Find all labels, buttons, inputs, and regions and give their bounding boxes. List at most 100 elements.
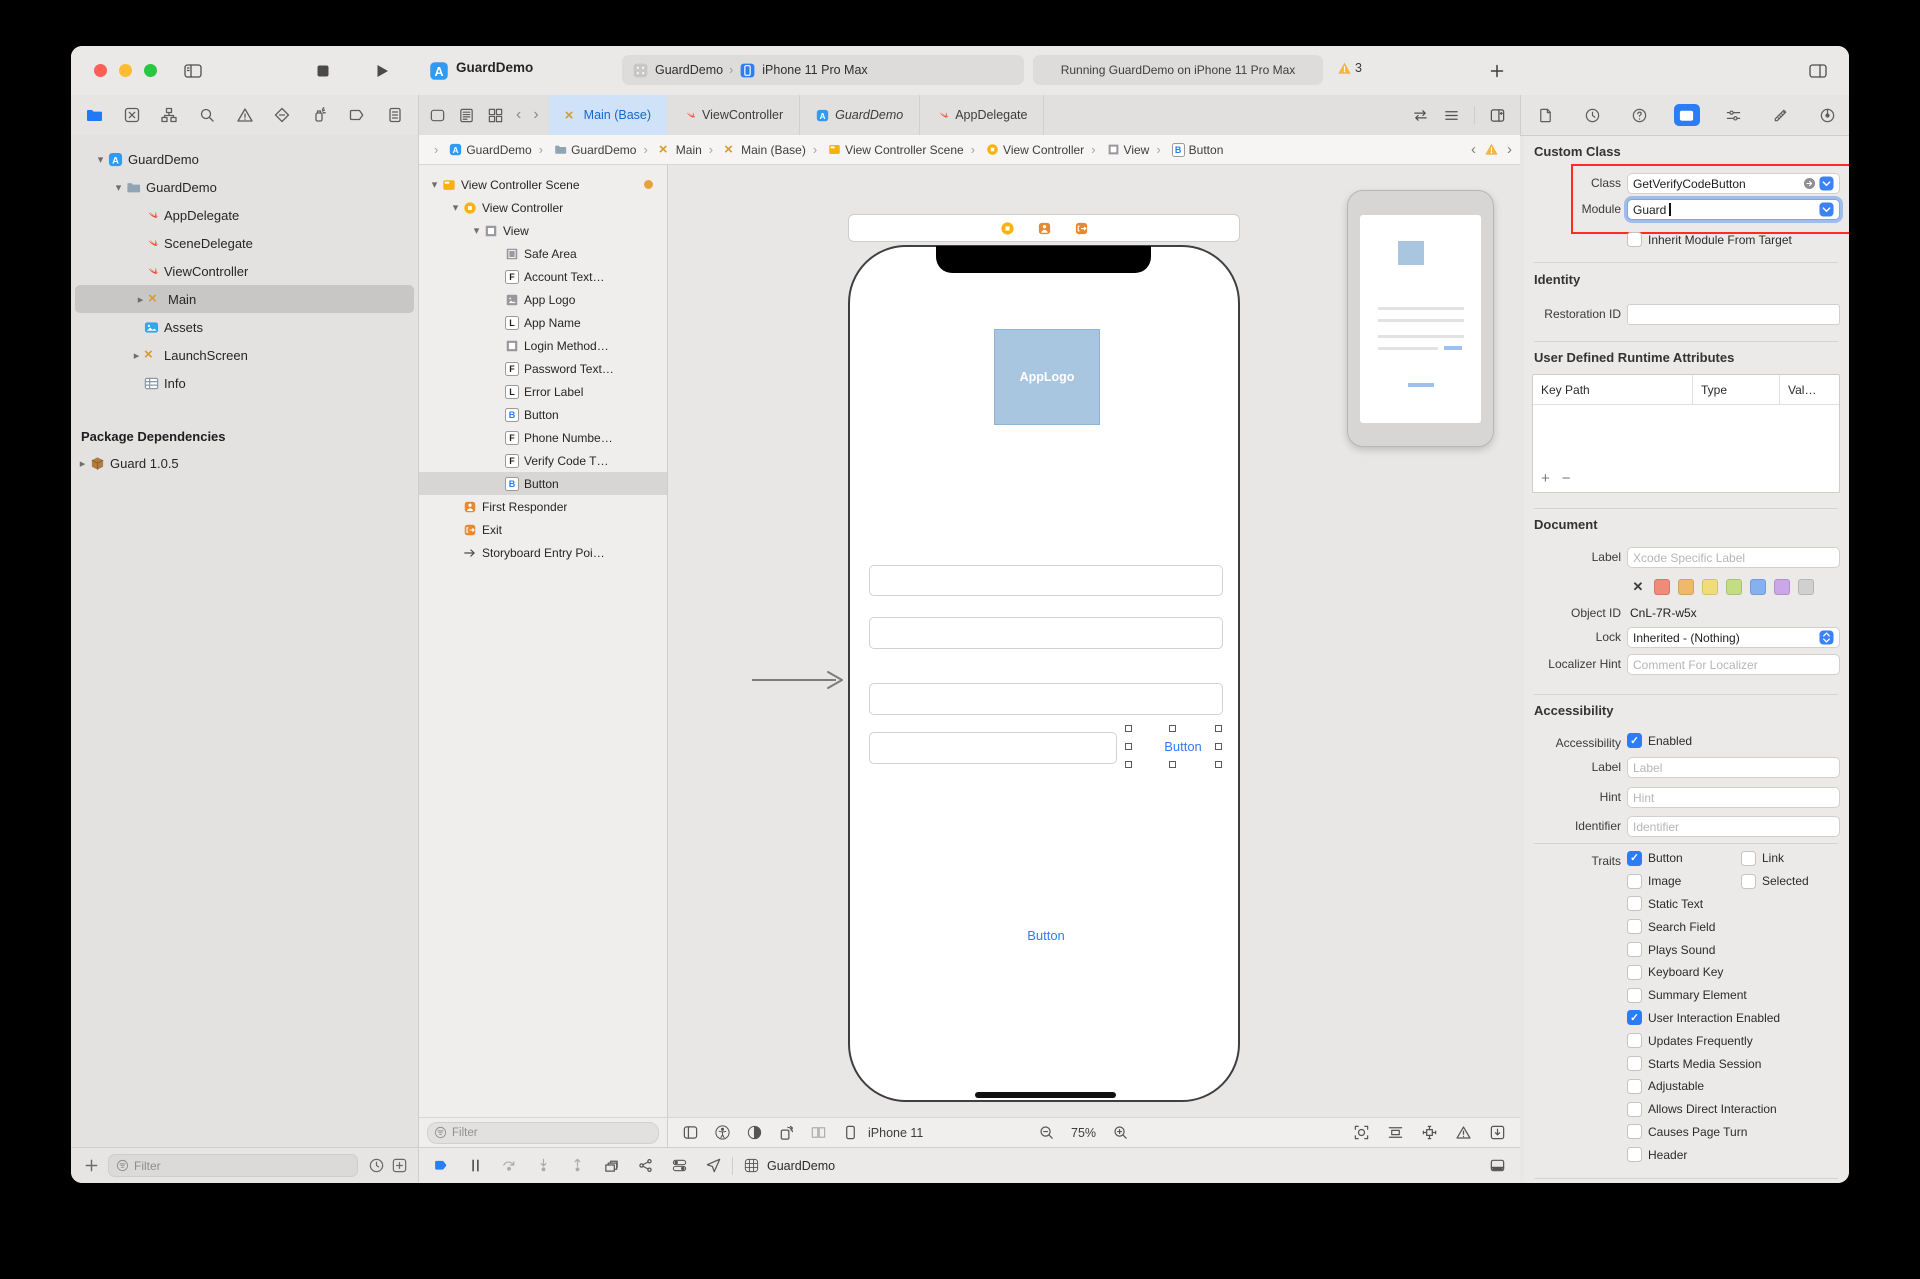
trait-checkbox[interactable] — [1627, 988, 1642, 1003]
toggle-navigator-icon[interactable] — [183, 61, 203, 81]
navigator-tab-icon[interactable] — [348, 106, 366, 124]
scene-dock-icon[interactable] — [1037, 221, 1052, 236]
class-field[interactable]: GetVerifyCodeButton — [1627, 173, 1840, 194]
toggle-inspector-icon[interactable] — [1808, 61, 1828, 81]
zoom-level[interactable]: 75% — [1071, 1126, 1096, 1140]
outline-row[interactable]: Storyboard Entry Poi… — [419, 541, 667, 564]
column-header[interactable]: Key Path — [1533, 375, 1693, 404]
color-swatch[interactable] — [1798, 579, 1814, 595]
outline-row[interactable]: F Password Text… — [419, 357, 667, 380]
column-header[interactable]: Type — [1693, 375, 1780, 404]
navigator-tab-icon[interactable] — [85, 106, 103, 124]
recent-files-icon[interactable] — [368, 1157, 385, 1174]
breadcrumb-item[interactable]: × Main (Base) — [702, 142, 806, 157]
color-swatch[interactable] — [1678, 579, 1694, 595]
resize-handle[interactable] — [1215, 761, 1222, 768]
add-attribute-button[interactable]: + — [1541, 470, 1550, 487]
disclosure-chevron[interactable] — [93, 153, 108, 166]
outline-row[interactable]: B Button — [419, 472, 667, 495]
add-tab-icon[interactable] — [1488, 62, 1506, 80]
outline-row[interactable]: B Button — [419, 403, 667, 426]
editor-tab[interactable]: ViewController — [667, 95, 800, 135]
navigator-tab-icon[interactable] — [123, 106, 141, 124]
editor-tab[interactable]: AppDelegate — [920, 95, 1044, 135]
trait-checkbox[interactable] — [1627, 1010, 1642, 1025]
phone-number-textfield[interactable] — [869, 683, 1223, 715]
file-row[interactable]: A GuardDemo — [71, 145, 418, 173]
add-file-icon[interactable] — [83, 1157, 100, 1174]
outline-row[interactable]: View Controller Scene — [419, 173, 667, 196]
minimap-icon[interactable] — [458, 107, 475, 124]
trait-checkbox[interactable] — [1627, 919, 1642, 934]
editor-tab[interactable]: A GuardDemo — [800, 95, 920, 135]
minimap-preview[interactable] — [1347, 190, 1494, 447]
trait-checkbox[interactable] — [1627, 965, 1642, 980]
column-header[interactable]: Val… — [1780, 375, 1839, 404]
minimize-window-button[interactable] — [119, 64, 132, 77]
outline-row[interactable]: First Responder — [419, 495, 667, 518]
trait-checkbox[interactable] — [1627, 1079, 1642, 1094]
color-swatch[interactable] — [1774, 579, 1790, 595]
no-color-icon[interactable]: ✕ — [1630, 579, 1646, 595]
breadcrumb-item[interactable]: B Button — [1149, 142, 1223, 157]
outline-row[interactable]: App Logo — [419, 288, 667, 311]
accessibility-enabled-checkbox[interactable] — [1627, 733, 1642, 748]
package-row[interactable]: Guard 1.0.5 — [71, 449, 418, 477]
module-dropdown-icon[interactable] — [1819, 202, 1834, 217]
canvas-toolbar-icon[interactable] — [682, 1124, 699, 1141]
zoom-window-button[interactable] — [144, 64, 157, 77]
outline-row[interactable]: View — [419, 219, 667, 242]
resize-handle[interactable] — [1125, 743, 1132, 750]
storyboard-entry-arrow[interactable] — [750, 669, 846, 691]
outline-row[interactable]: L App Name — [419, 311, 667, 334]
color-swatch[interactable] — [1726, 579, 1742, 595]
canvas-toolbar-icon[interactable] — [778, 1124, 795, 1141]
restoration-id-field[interactable] — [1627, 304, 1840, 325]
related-items-icon[interactable] — [429, 107, 446, 124]
navigator-tab-icon[interactable] — [273, 106, 291, 124]
stop-button[interactable] — [314, 62, 332, 80]
tab-overview-icon[interactable] — [487, 107, 504, 124]
lock-dropdown[interactable]: Inherited - (Nothing) — [1627, 627, 1840, 648]
file-row[interactable]: × Main — [75, 285, 414, 313]
storyboard-canvas[interactable]: AppLogo Button Button — [668, 165, 1520, 1117]
breadcrumb-item[interactable]: A GuardDemo — [427, 142, 532, 157]
debug-icon[interactable] — [569, 1157, 586, 1174]
close-window-button[interactable] — [94, 64, 107, 77]
trait-checkbox[interactable] — [1627, 896, 1642, 911]
autolayout-icon[interactable] — [1353, 1124, 1370, 1141]
outline-row[interactable]: Exit — [419, 518, 667, 541]
hide-debug-area-icon[interactable] — [1489, 1157, 1506, 1174]
editor-tab[interactable]: × Main (Base) — [549, 95, 667, 135]
trait-checkbox[interactable] — [1627, 874, 1642, 889]
trait-checkbox[interactable] — [1627, 1102, 1642, 1117]
class-dropdown-icon[interactable] — [1819, 176, 1834, 191]
localizer-hint-field[interactable]: Comment For Localizer — [1627, 654, 1840, 675]
trait-checkbox[interactable] — [1741, 874, 1756, 889]
outline-row[interactable]: Login Method… — [419, 334, 667, 357]
breadcrumb-item[interactable]: GuardDemo — [532, 142, 637, 157]
add-editor-icon[interactable] — [1489, 107, 1506, 124]
jump-to-class-icon[interactable] — [1803, 177, 1816, 190]
trait-checkbox[interactable] — [1627, 1124, 1642, 1139]
applogo-imageview[interactable]: AppLogo — [994, 329, 1100, 425]
document-label-field[interactable]: Xcode Specific Label — [1627, 547, 1840, 568]
trait-checkbox[interactable] — [1627, 942, 1642, 957]
trait-checkbox[interactable] — [1627, 851, 1642, 866]
disclosure-chevron[interactable] — [111, 181, 126, 194]
outline-row[interactable]: F Account Text… — [419, 265, 667, 288]
outline-row[interactable]: F Phone Numbe… — [419, 426, 667, 449]
resize-handle[interactable] — [1125, 761, 1132, 768]
trait-checkbox[interactable] — [1627, 1056, 1642, 1071]
trait-checkbox[interactable] — [1627, 1033, 1642, 1048]
breadcrumb-item[interactable]: × Main — [636, 142, 701, 157]
trait-checkbox[interactable] — [1741, 851, 1756, 866]
view-controller-scene[interactable]: AppLogo Button Button — [848, 245, 1240, 1102]
filter-scope-icon[interactable] — [391, 1157, 408, 1174]
disclosure-chevron[interactable] — [448, 201, 463, 214]
resize-handle[interactable] — [1125, 725, 1132, 732]
zoom-out-icon[interactable] — [1038, 1124, 1055, 1141]
canvas-toolbar-icon[interactable] — [842, 1124, 859, 1141]
warning-badge[interactable]: 3 — [1338, 61, 1362, 75]
debug-icon[interactable] — [637, 1157, 654, 1174]
